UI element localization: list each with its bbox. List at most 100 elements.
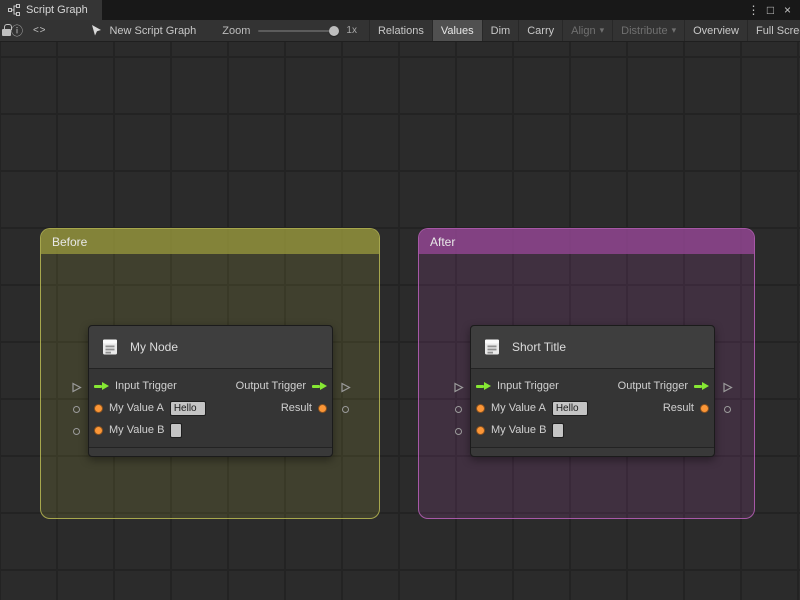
port-row-value-a: My Value A Result [471,397,714,419]
close-icon[interactable]: × [779,0,796,20]
input-trigger-port-icon[interactable] [94,381,109,392]
node-footer [471,447,714,456]
carry-button[interactable]: Carry [518,20,562,41]
external-value-a-port[interactable] [70,403,82,415]
chevron-down-icon: ▾ [671,25,677,35]
graph-toolbar: ⓘ < > New Script Graph Zoom 1x Relations… [0,20,800,42]
maximize-icon[interactable]: □ [762,0,779,20]
result-port-icon[interactable] [318,403,327,413]
value-b-label: My Value B [491,424,547,436]
value-b-label: My Value B [109,424,165,436]
graph-icon [8,4,20,16]
new-script-graph-button[interactable]: New Script Graph [86,20,200,41]
output-trigger-port-icon[interactable] [312,381,327,392]
node-header[interactable]: Short Title [471,326,714,369]
triangle-port-icon [453,382,464,392]
port-row-trigger: Input Trigger Output Trigger [89,375,332,397]
node-ports: Input Trigger Output Trigger My Value A … [89,369,332,447]
value-a-input[interactable] [551,400,588,416]
external-result-port[interactable] [721,403,733,415]
zoom-value: 1x [346,25,357,36]
menu-icon[interactable]: ⋮ [745,0,762,20]
tab-script-graph[interactable]: Script Graph [0,0,102,20]
port-row-value-b: My Value B [89,419,332,441]
fullscreen-label: Full Screen [755,24,800,37]
fullscreen-button[interactable]: Full Screen [746,20,800,41]
script-graph-window: Script Graph ⋮ □ × ⓘ < > New Script Grap… [0,0,800,600]
window-controls: ⋮ □ × [745,0,800,20]
align-label: Align [571,24,596,37]
triangle-port-icon [340,382,351,392]
lock-button[interactable] [2,20,12,41]
node-footer [89,447,332,456]
circle-port-icon [341,405,349,413]
zoom-control: Zoom 1x [222,25,357,37]
node-ports: Input Trigger Output Trigger My Value A … [471,369,714,447]
external-output-trigger-port[interactable] [721,381,733,393]
external-value-b-port[interactable] [70,425,82,437]
input-trigger-label: Input Trigger [115,380,177,392]
lock-icon [2,24,12,36]
circle-port-icon [72,405,80,413]
triangle-port-icon [722,382,733,392]
node-my-node[interactable]: My Node Input Trigger Output Trigger My … [71,325,351,457]
value-b-input[interactable] [170,422,183,438]
values-button[interactable]: Values [431,20,482,41]
value-a-port-icon[interactable] [94,403,103,413]
dim-label: Dim [490,24,511,37]
align-dropdown[interactable]: Align ▾ [562,20,612,41]
value-b-port-icon[interactable] [476,425,485,435]
unit-icon [103,339,117,355]
graph-canvas[interactable]: Before After My Node Input Trigger Outpu… [0,42,800,600]
input-trigger-label: Input Trigger [497,380,559,392]
value-a-label: My Value A [491,402,546,414]
chevron-down-icon: ▾ [599,25,605,35]
zoom-slider-knob[interactable] [329,25,340,36]
node-short-title[interactable]: Short Title Input Trigger Output Trigger [453,325,733,457]
value-a-port-icon[interactable] [476,403,485,413]
external-input-trigger-port[interactable] [70,381,82,393]
triangle-port-icon [71,382,82,392]
node-header[interactable]: My Node [89,326,332,369]
node-title: Short Title [512,340,567,354]
group-before-header[interactable]: Before [41,229,379,254]
result-label: Result [662,402,694,414]
circle-port-icon [72,427,80,435]
external-input-trigger-port[interactable] [452,381,464,393]
value-b-input[interactable] [552,422,565,438]
result-label: Result [280,402,312,414]
external-result-port[interactable] [339,403,351,415]
output-trigger-label: Output Trigger [617,380,688,392]
code-icon: < > [33,25,46,36]
node-title: My Node [130,340,179,354]
relations-label: Relations [377,24,424,37]
dim-button[interactable]: Dim [481,20,519,41]
value-a-input[interactable] [169,400,206,416]
zoom-slider[interactable] [258,25,340,36]
circle-port-icon [454,405,462,413]
new-script-graph-label: New Script Graph [109,24,197,37]
input-trigger-port-icon[interactable] [476,381,491,392]
group-after-header[interactable]: After [419,229,754,254]
output-trigger-label: Output Trigger [235,380,306,392]
overview-button[interactable]: Overview [684,20,747,41]
output-trigger-port-icon[interactable] [694,381,709,392]
value-b-port-icon[interactable] [94,425,103,435]
values-label: Values [440,24,474,37]
unit-icon [485,339,499,355]
circle-port-icon [723,405,731,413]
inspect-button[interactable]: ⓘ [11,20,23,41]
relations-button[interactable]: Relations [368,20,432,41]
overview-label: Overview [693,24,739,37]
external-value-b-port[interactable] [452,425,464,437]
pointer-icon [92,25,102,36]
code-view-button[interactable]: < > [33,20,46,41]
value-a-label: My Value A [109,402,164,414]
external-value-a-port[interactable] [452,403,464,415]
tab-label: Script Graph [26,4,88,16]
tab-bar: Script Graph ⋮ □ × [0,0,800,20]
toolbar-buttons: Relations Values Dim Carry Align ▾ Distr… [368,20,800,41]
external-output-trigger-port[interactable] [339,381,351,393]
distribute-dropdown[interactable]: Distribute ▾ [612,20,684,41]
result-port-icon[interactable] [700,403,709,413]
